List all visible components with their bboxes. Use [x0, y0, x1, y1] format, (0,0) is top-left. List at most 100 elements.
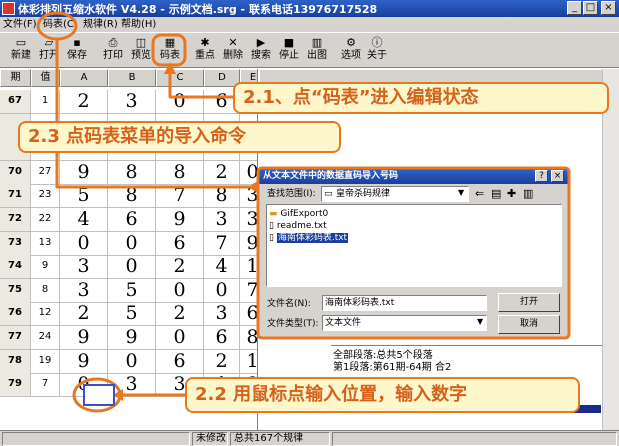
digit-cell[interactable]: 9 — [60, 326, 108, 350]
column-header[interactable]: C — [156, 69, 204, 87]
row-number[interactable]: 76 — [0, 302, 31, 327]
chevron-down-icon[interactable]: ▼ — [458, 188, 464, 197]
digit-cell[interactable]: 2 — [204, 349, 240, 374]
digit-cell[interactable]: 9 — [240, 232, 257, 256]
digit-cell[interactable]: 8 — [108, 184, 156, 209]
digit-cell[interactable]: 0 — [60, 231, 108, 256]
up-folder-icon[interactable]: ▤ — [491, 187, 501, 200]
digit-cell[interactable]: 3 — [240, 184, 257, 209]
digit-cell[interactable]: 2 — [156, 255, 204, 280]
toolbar-options-button[interactable]: ⚙ 选项 — [337, 35, 365, 66]
row-number[interactable]: 74 — [0, 255, 31, 280]
digit-cell[interactable]: 0 — [108, 255, 156, 280]
toolbar-new-file-button[interactable]: ▭ 新建 — [7, 35, 35, 66]
digit-cell[interactable]: 3 — [60, 278, 108, 303]
row-number[interactable]: 73 — [0, 231, 31, 256]
cancel-button[interactable]: 取消 — [498, 315, 560, 334]
value-cell[interactable]: 23 — [31, 184, 60, 209]
lookin-select[interactable]: 皇帝杀码规律 — [321, 186, 469, 202]
row-number[interactable]: 71 — [0, 184, 31, 209]
close-button[interactable]: × — [601, 1, 616, 15]
value-cell[interactable]: 8 — [31, 278, 60, 303]
digit-cell[interactable]: 5 — [60, 184, 108, 209]
value-cell[interactable]: 9 — [31, 255, 60, 280]
row-number[interactable]: 70 — [0, 160, 31, 185]
row-number[interactable]: 72 — [0, 208, 31, 232]
digit-cell[interactable]: 0 — [240, 161, 257, 185]
menu-help[interactable]: 帮助(H) — [121, 17, 156, 32]
digit-cell[interactable]: 2 — [156, 302, 204, 327]
scrollbar[interactable] — [602, 69, 619, 430]
column-header[interactable]: 值 — [31, 69, 60, 87]
digit-cell[interactable]: 6 — [156, 349, 204, 374]
toolbar-chart-button[interactable]: ▥ 出图 — [303, 35, 331, 66]
toolbar-print-button[interactable]: ⎙ 打印 — [99, 35, 127, 66]
digit-cell[interactable]: 6 — [156, 231, 204, 256]
digit-cell[interactable]: 4 — [204, 255, 240, 280]
digit-cell[interactable]: 7 — [240, 279, 257, 303]
digit-cell[interactable]: 1 — [240, 255, 257, 280]
digit-cell[interactable]: 3 — [240, 208, 257, 232]
value-cell[interactable]: 27 — [31, 160, 60, 185]
digit-cell[interactable]: 9 — [156, 208, 204, 232]
digit-cell[interactable]: 3 — [204, 302, 240, 327]
row-number[interactable]: 75 — [0, 278, 31, 303]
digit-cell[interactable]: 2 — [60, 90, 108, 114]
digit-cell[interactable]: 1 — [240, 350, 257, 374]
dialog-close-button[interactable]: × — [551, 170, 564, 182]
column-header[interactable]: B — [108, 69, 156, 87]
menu-file[interactable]: 文件(F) — [3, 17, 37, 32]
dialog-help-button[interactable]: ? — [535, 170, 548, 182]
column-header[interactable]: 期 — [0, 69, 31, 87]
back-icon[interactable]: ⇐ — [475, 187, 484, 200]
toolbar-code-table-button[interactable]: ▦ 码表 — [156, 35, 184, 66]
row-number[interactable]: 77 — [0, 326, 31, 350]
digit-cell[interactable]: 2 — [60, 302, 108, 327]
toolbar-stop-button[interactable]: ■ 停止 — [275, 35, 303, 66]
digit-cell[interactable]: 6 — [240, 302, 257, 327]
row-number[interactable]: 79 — [0, 373, 31, 398]
digit-cell[interactable]: 6 — [108, 208, 156, 232]
menu-code-table[interactable]: 码表(C) — [43, 17, 78, 32]
value-cell[interactable]: 13 — [31, 231, 60, 256]
value-cell[interactable]: 24 — [31, 326, 60, 350]
digit-cell[interactable]: 8 — [108, 160, 156, 185]
minimize-button[interactable]: _ — [567, 1, 582, 15]
digit-cell[interactable]: 5 — [108, 278, 156, 303]
digit-cell[interactable]: 0 — [156, 90, 204, 114]
digit-cell[interactable]: 4 — [60, 208, 108, 232]
digit-cell[interactable]: 3 — [108, 90, 156, 114]
toolbar-preview-button[interactable]: ◫ 预览 — [127, 35, 155, 66]
toolbar-save-button[interactable]: ▪ 保存 — [63, 35, 91, 66]
row-number[interactable]: 78 — [0, 349, 31, 374]
digit-cell[interactable]: 7 — [204, 231, 240, 256]
digit-cell[interactable]: 7 — [156, 184, 204, 209]
value-cell[interactable]: 7 — [31, 373, 60, 398]
file-item-selected[interactable]: ▯ 海南体彩码表.txt — [269, 231, 349, 245]
digit-cell[interactable]: 8 — [156, 160, 204, 185]
value-cell[interactable]: 1 — [31, 90, 60, 114]
filename-input[interactable]: 海南体彩码表.txt — [322, 295, 487, 311]
column-header[interactable]: A — [60, 69, 108, 87]
row-number[interactable]: 67 — [0, 90, 31, 114]
digit-cell[interactable]: 0 — [156, 326, 204, 350]
input-cell[interactable] — [83, 384, 115, 406]
value-cell[interactable]: 19 — [31, 349, 60, 374]
digit-cell[interactable]: 0 — [204, 278, 240, 303]
new-folder-icon[interactable]: ✚ — [507, 187, 516, 200]
toolbar-delete-button[interactable]: ✕ 删除 — [219, 35, 247, 66]
digit-cell[interactable]: 6 — [204, 326, 240, 350]
digit-cell[interactable]: 3 — [108, 373, 156, 398]
digit-cell[interactable]: 8 — [240, 326, 257, 350]
menu-rules[interactable]: 规律(R) — [83, 17, 118, 32]
digit-cell[interactable]: 3 — [204, 208, 240, 232]
value-cell[interactable]: 22 — [31, 208, 60, 232]
filetype-select[interactable]: 文本文件 — [322, 315, 487, 331]
toolbar-star-button[interactable]: ✱ 重点 — [191, 35, 219, 66]
maximize-button[interactable]: □ — [583, 1, 598, 15]
digit-cell[interactable]: 9 — [60, 160, 108, 185]
toolbar-about-button[interactable]: ⓘ 关于 — [363, 35, 391, 66]
digit-cell[interactable]: 0 — [108, 349, 156, 374]
toolbar-search-button[interactable]: ▶ 搜索 — [247, 35, 275, 66]
value-cell[interactable]: 12 — [31, 302, 60, 327]
